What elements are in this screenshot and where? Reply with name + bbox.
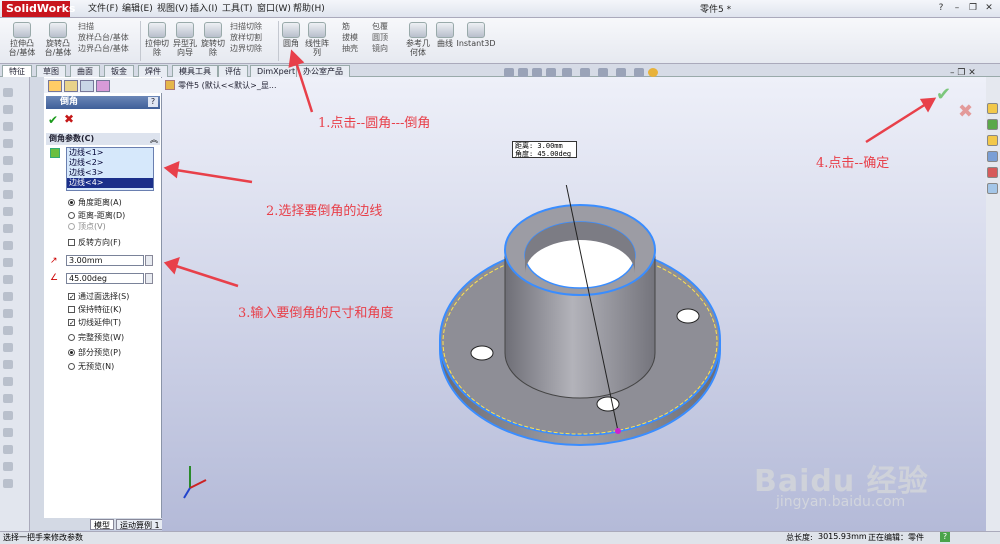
status-length-value: 3015.93mm — [818, 532, 867, 541]
status-editing: 正在编辑：零件 — [868, 533, 924, 542]
watermark-url: jingyan.baidu.com — [776, 494, 906, 510]
status-message: 选择一把手来修改参数 — [3, 533, 83, 542]
status-length-label: 总长度: — [786, 533, 813, 542]
annotation-step-1: 1.点击--圆角---倒角 — [318, 116, 431, 131]
annotation-step-4: 4.点击--确定 — [816, 156, 890, 171]
annotation-step-2: 2.选择要倒角的边线 — [266, 204, 383, 219]
annotation-step-3: 3.输入要倒角的尺寸和角度 — [238, 306, 394, 321]
status-help-icon[interactable]: ? — [940, 532, 950, 542]
